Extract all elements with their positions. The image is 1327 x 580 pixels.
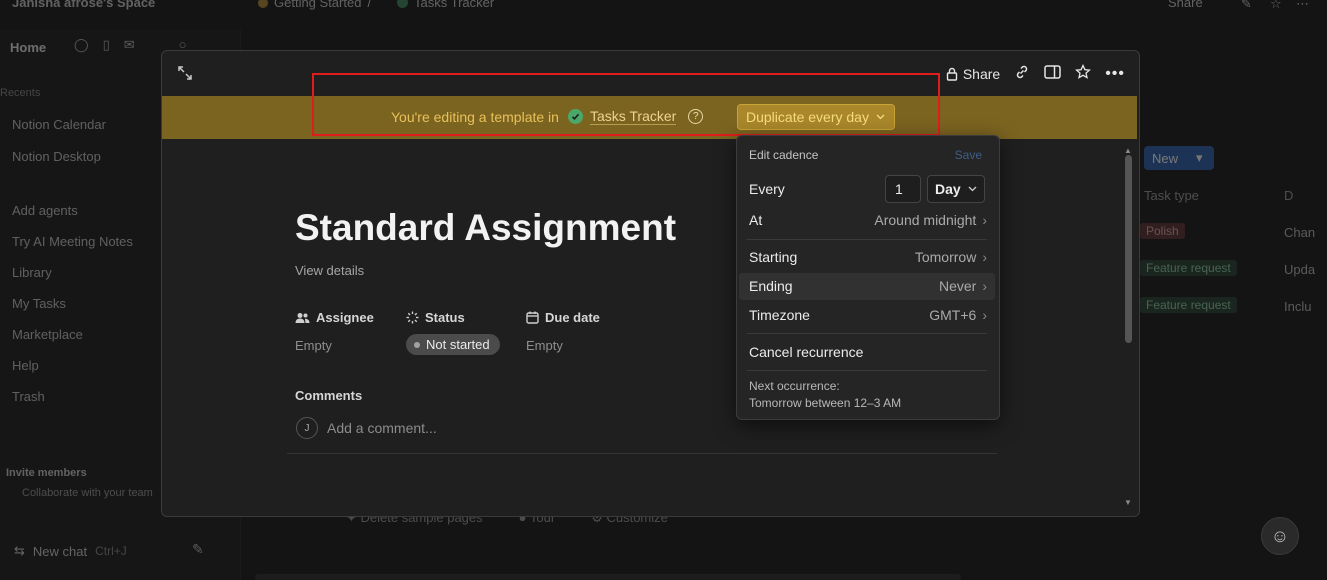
column-header-task-type[interactable]: Task type: [1144, 188, 1199, 203]
property-status-label[interactable]: Status: [406, 310, 465, 325]
next-occurrence-label: Next occurrence:: [749, 379, 840, 393]
row-desc: Chan: [1284, 225, 1316, 240]
lock-icon: [946, 67, 958, 81]
invite-members-title[interactable]: Invite members: [6, 467, 87, 479]
breadcrumb-tasks-tracker[interactable]: Tasks Tracker: [397, 0, 494, 10]
calendar-icon: [526, 311, 539, 324]
invite-members-subtitle: Collaborate with your team: [22, 487, 153, 499]
status-spinner-icon: [406, 311, 419, 324]
chevron-right-icon: ›: [982, 212, 987, 228]
new-chat-icon: ⇆: [14, 543, 25, 558]
sidebar-item-notion-desktop[interactable]: Notion Desktop: [12, 149, 101, 164]
help-assistant-button[interactable]: ☺: [1261, 517, 1299, 555]
check-icon: [397, 0, 408, 8]
sidebar-item-add-agents[interactable]: Add agents: [12, 203, 78, 218]
property-assignee-label[interactable]: Assignee: [295, 310, 374, 325]
people-icon: [295, 312, 310, 323]
tag-polish: Polish: [1140, 223, 1185, 239]
timezone-row[interactable]: Timezone GMT+6 ›: [749, 304, 987, 326]
more-icon[interactable]: •••: [1105, 65, 1125, 83]
sidebar-item-library[interactable]: Library: [12, 265, 52, 280]
comments-heading: Comments: [295, 388, 363, 403]
divider: [287, 453, 997, 454]
star-icon[interactable]: [1075, 63, 1092, 83]
highlight-box: [312, 73, 940, 136]
ending-row[interactable]: Ending Never ›: [749, 275, 987, 297]
scroll-down-arrow-icon[interactable]: ▼: [1124, 498, 1132, 507]
interval-input[interactable]: 1: [885, 175, 921, 203]
sidebar-item-help[interactable]: Help: [12, 358, 39, 373]
tag-feature-request: Feature request: [1140, 297, 1237, 313]
link-icon[interactable]: [1014, 64, 1030, 83]
scroll-up-arrow-icon[interactable]: ▲: [1124, 146, 1132, 155]
horizontal-scrollbar[interactable]: [255, 574, 961, 580]
assistant-face-icon: ☺: [1270, 525, 1290, 546]
cancel-recurrence-button[interactable]: Cancel recurrence: [749, 341, 987, 363]
status-badge[interactable]: Not started: [406, 334, 500, 355]
column-header-description[interactable]: D: [1284, 188, 1293, 203]
mail-icon[interactable]: ✉: [124, 37, 135, 53]
sidebar-section-label: Recents: [0, 87, 41, 99]
page-title[interactable]: Standard Assignment: [295, 207, 676, 249]
side-peek-icon[interactable]: [1044, 65, 1061, 82]
chevron-right-icon: ›: [982, 278, 987, 294]
new-chat-shortcut: Ctrl+J: [95, 544, 127, 558]
interval-unit-select[interactable]: Day: [927, 175, 985, 203]
compose-icon[interactable]: ✎: [192, 541, 204, 558]
divider: [747, 239, 987, 240]
more-icon[interactable]: ⋯: [1296, 0, 1309, 12]
sidebar-item-ai-meeting-notes[interactable]: Try AI Meeting Notes: [12, 234, 133, 249]
sidebar-item-marketplace[interactable]: Marketplace: [12, 327, 83, 342]
property-due-date-label[interactable]: Due date: [526, 310, 600, 325]
property-assignee-value[interactable]: Empty: [295, 338, 332, 353]
edit-cadence-menu: Edit cadence Save Every 1 Day At Around …: [736, 135, 1000, 420]
chat-icon[interactable]: ◯: [74, 37, 89, 53]
row-desc: Inclu: [1284, 299, 1312, 314]
status-dot-icon: [414, 341, 420, 348]
sidebar-item-my-tasks[interactable]: My Tasks: [12, 296, 66, 311]
tag-feature-request: Feature request: [1140, 260, 1237, 276]
view-details-link[interactable]: View details: [295, 263, 364, 278]
every-label: Every: [749, 181, 785, 197]
chevron-down-icon: [968, 186, 977, 192]
top-bar: Jahisha afrose's Space Getting Started /…: [0, 0, 1327, 14]
link-icon[interactable]: ✎: [1241, 0, 1252, 12]
new-chat-button[interactable]: ⇆ New chat Ctrl+J: [14, 543, 127, 559]
divider: [747, 333, 987, 334]
starting-row[interactable]: Starting Tomorrow ›: [749, 246, 987, 268]
chevron-right-icon: ›: [982, 249, 987, 265]
inbox-icon[interactable]: ▯: [103, 37, 110, 53]
share-button[interactable]: Share: [946, 66, 1000, 82]
next-occurrence-value: Tomorrow between 12–3 AM: [749, 396, 902, 410]
breadcrumb-getting-started[interactable]: Getting Started /: [258, 0, 371, 10]
sidebar-item-trash[interactable]: Trash: [12, 389, 45, 404]
avatar: J: [296, 417, 318, 439]
workspace-name[interactable]: Jahisha afrose's Space: [12, 0, 155, 10]
new-button[interactable]: New ▾: [1144, 146, 1214, 170]
chevron-right-icon: ›: [982, 307, 987, 323]
chevron-down-icon[interactable]: ▾: [1196, 150, 1203, 166]
vertical-scrollbar[interactable]: [1125, 155, 1132, 343]
modal-actions: Share •••: [946, 63, 1125, 83]
sidebar-item-notion-calendar[interactable]: Notion Calendar: [12, 117, 106, 132]
at-row[interactable]: At Around midnight ›: [749, 209, 987, 231]
edit-cadence-title: Edit cadence: [749, 148, 819, 162]
property-due-date-value[interactable]: Empty: [526, 338, 563, 353]
page-icon: [258, 0, 268, 8]
top-share-button[interactable]: Share: [1168, 0, 1203, 10]
star-icon[interactable]: ☆: [1270, 0, 1282, 12]
save-button[interactable]: Save: [955, 148, 982, 162]
comment-input[interactable]: Add a comment...: [327, 420, 437, 436]
sidebar-item-home[interactable]: Home: [10, 40, 46, 55]
divider: [747, 370, 987, 371]
expand-icon[interactable]: [178, 66, 192, 85]
row-desc: Upda: [1284, 262, 1316, 277]
